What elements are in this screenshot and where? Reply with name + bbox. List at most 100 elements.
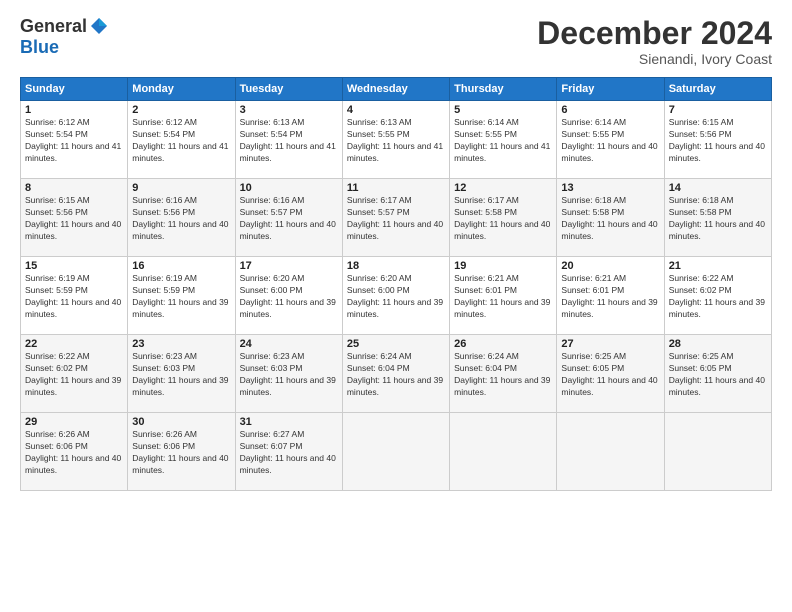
day-number: 4: [347, 104, 445, 116]
day-info: Sunrise: 6:27 AM Sunset: 6:07 PM Dayligh…: [240, 429, 338, 477]
table-cell: 12Sunrise: 6:17 AM Sunset: 5:58 PM Dayli…: [450, 179, 557, 257]
logo-icon: [89, 16, 109, 36]
table-cell: 10Sunrise: 6:16 AM Sunset: 5:57 PM Dayli…: [235, 179, 342, 257]
table-cell: 20Sunrise: 6:21 AM Sunset: 6:01 PM Dayli…: [557, 257, 664, 335]
table-cell: 22Sunrise: 6:22 AM Sunset: 6:02 PM Dayli…: [21, 335, 128, 413]
day-info: Sunrise: 6:26 AM Sunset: 6:06 PM Dayligh…: [132, 429, 230, 477]
day-info: Sunrise: 6:21 AM Sunset: 6:01 PM Dayligh…: [454, 273, 552, 321]
table-cell: [664, 413, 771, 491]
table-cell: 6Sunrise: 6:14 AM Sunset: 5:55 PM Daylig…: [557, 101, 664, 179]
day-info: Sunrise: 6:19 AM Sunset: 5:59 PM Dayligh…: [132, 273, 230, 321]
day-number: 29: [25, 416, 123, 428]
day-number: 28: [669, 338, 767, 350]
table-cell: 28Sunrise: 6:25 AM Sunset: 6:05 PM Dayli…: [664, 335, 771, 413]
day-info: Sunrise: 6:26 AM Sunset: 6:06 PM Dayligh…: [25, 429, 123, 477]
table-cell: 17Sunrise: 6:20 AM Sunset: 6:00 PM Dayli…: [235, 257, 342, 335]
table-cell: 16Sunrise: 6:19 AM Sunset: 5:59 PM Dayli…: [128, 257, 235, 335]
table-cell: 24Sunrise: 6:23 AM Sunset: 6:03 PM Dayli…: [235, 335, 342, 413]
table-cell: 18Sunrise: 6:20 AM Sunset: 6:00 PM Dayli…: [342, 257, 449, 335]
day-info: Sunrise: 6:24 AM Sunset: 6:04 PM Dayligh…: [454, 351, 552, 399]
location-subtitle: Sienandi, Ivory Coast: [537, 51, 772, 67]
day-info: Sunrise: 6:12 AM Sunset: 5:54 PM Dayligh…: [132, 117, 230, 165]
day-number: 21: [669, 260, 767, 272]
col-thursday: Thursday: [450, 78, 557, 101]
day-number: 31: [240, 416, 338, 428]
table-cell: 11Sunrise: 6:17 AM Sunset: 5:57 PM Dayli…: [342, 179, 449, 257]
table-cell: 7Sunrise: 6:15 AM Sunset: 5:56 PM Daylig…: [664, 101, 771, 179]
day-info: Sunrise: 6:15 AM Sunset: 5:56 PM Dayligh…: [25, 195, 123, 243]
table-cell: 21Sunrise: 6:22 AM Sunset: 6:02 PM Dayli…: [664, 257, 771, 335]
day-info: Sunrise: 6:17 AM Sunset: 5:58 PM Dayligh…: [454, 195, 552, 243]
day-number: 6: [561, 104, 659, 116]
table-cell: 25Sunrise: 6:24 AM Sunset: 6:04 PM Dayli…: [342, 335, 449, 413]
day-number: 16: [132, 260, 230, 272]
day-number: 18: [347, 260, 445, 272]
day-info: Sunrise: 6:23 AM Sunset: 6:03 PM Dayligh…: [240, 351, 338, 399]
day-info: Sunrise: 6:12 AM Sunset: 5:54 PM Dayligh…: [25, 117, 123, 165]
month-title: December 2024: [537, 16, 772, 51]
day-number: 1: [25, 104, 123, 116]
logo: General Blue: [20, 16, 109, 58]
logo-general: General: [20, 16, 87, 37]
day-number: 9: [132, 182, 230, 194]
day-info: Sunrise: 6:20 AM Sunset: 6:00 PM Dayligh…: [240, 273, 338, 321]
day-info: Sunrise: 6:21 AM Sunset: 6:01 PM Dayligh…: [561, 273, 659, 321]
table-cell: 31Sunrise: 6:27 AM Sunset: 6:07 PM Dayli…: [235, 413, 342, 491]
day-number: 10: [240, 182, 338, 194]
day-info: Sunrise: 6:14 AM Sunset: 5:55 PM Dayligh…: [454, 117, 552, 165]
day-number: 30: [132, 416, 230, 428]
day-number: 20: [561, 260, 659, 272]
table-cell: [342, 413, 449, 491]
day-number: 19: [454, 260, 552, 272]
day-number: 7: [669, 104, 767, 116]
day-info: Sunrise: 6:20 AM Sunset: 6:00 PM Dayligh…: [347, 273, 445, 321]
day-number: 22: [25, 338, 123, 350]
col-tuesday: Tuesday: [235, 78, 342, 101]
table-cell: 13Sunrise: 6:18 AM Sunset: 5:58 PM Dayli…: [557, 179, 664, 257]
table-cell: 23Sunrise: 6:23 AM Sunset: 6:03 PM Dayli…: [128, 335, 235, 413]
calendar-table: Sunday Monday Tuesday Wednesday Thursday…: [20, 77, 772, 491]
day-info: Sunrise: 6:16 AM Sunset: 5:56 PM Dayligh…: [132, 195, 230, 243]
day-info: Sunrise: 6:17 AM Sunset: 5:57 PM Dayligh…: [347, 195, 445, 243]
logo-blue: Blue: [20, 37, 59, 57]
table-cell: 27Sunrise: 6:25 AM Sunset: 6:05 PM Dayli…: [557, 335, 664, 413]
title-block: December 2024 Sienandi, Ivory Coast: [537, 16, 772, 67]
day-info: Sunrise: 6:23 AM Sunset: 6:03 PM Dayligh…: [132, 351, 230, 399]
day-number: 11: [347, 182, 445, 194]
day-number: 23: [132, 338, 230, 350]
col-sunday: Sunday: [21, 78, 128, 101]
day-info: Sunrise: 6:22 AM Sunset: 6:02 PM Dayligh…: [25, 351, 123, 399]
day-number: 27: [561, 338, 659, 350]
calendar-container: General Blue December 2024 Sienandi, Ivo…: [0, 0, 792, 612]
day-number: 8: [25, 182, 123, 194]
day-info: Sunrise: 6:25 AM Sunset: 6:05 PM Dayligh…: [561, 351, 659, 399]
day-info: Sunrise: 6:19 AM Sunset: 5:59 PM Dayligh…: [25, 273, 123, 321]
col-saturday: Saturday: [664, 78, 771, 101]
table-cell: 26Sunrise: 6:24 AM Sunset: 6:04 PM Dayli…: [450, 335, 557, 413]
day-info: Sunrise: 6:22 AM Sunset: 6:02 PM Dayligh…: [669, 273, 767, 321]
col-monday: Monday: [128, 78, 235, 101]
day-number: 3: [240, 104, 338, 116]
table-cell: 14Sunrise: 6:18 AM Sunset: 5:58 PM Dayli…: [664, 179, 771, 257]
table-cell: [450, 413, 557, 491]
day-number: 5: [454, 104, 552, 116]
table-cell: 2Sunrise: 6:12 AM Sunset: 5:54 PM Daylig…: [128, 101, 235, 179]
day-info: Sunrise: 6:16 AM Sunset: 5:57 PM Dayligh…: [240, 195, 338, 243]
day-info: Sunrise: 6:18 AM Sunset: 5:58 PM Dayligh…: [561, 195, 659, 243]
col-wednesday: Wednesday: [342, 78, 449, 101]
header: General Blue December 2024 Sienandi, Ivo…: [20, 16, 772, 67]
table-cell: 5Sunrise: 6:14 AM Sunset: 5:55 PM Daylig…: [450, 101, 557, 179]
table-cell: 1Sunrise: 6:12 AM Sunset: 5:54 PM Daylig…: [21, 101, 128, 179]
header-row: Sunday Monday Tuesday Wednesday Thursday…: [21, 78, 772, 101]
day-number: 14: [669, 182, 767, 194]
table-cell: 30Sunrise: 6:26 AM Sunset: 6:06 PM Dayli…: [128, 413, 235, 491]
day-number: 17: [240, 260, 338, 272]
day-info: Sunrise: 6:25 AM Sunset: 6:05 PM Dayligh…: [669, 351, 767, 399]
table-cell: 3Sunrise: 6:13 AM Sunset: 5:54 PM Daylig…: [235, 101, 342, 179]
day-number: 25: [347, 338, 445, 350]
day-number: 15: [25, 260, 123, 272]
table-cell: 19Sunrise: 6:21 AM Sunset: 6:01 PM Dayli…: [450, 257, 557, 335]
table-cell: 4Sunrise: 6:13 AM Sunset: 5:55 PM Daylig…: [342, 101, 449, 179]
day-info: Sunrise: 6:13 AM Sunset: 5:54 PM Dayligh…: [240, 117, 338, 165]
day-number: 2: [132, 104, 230, 116]
